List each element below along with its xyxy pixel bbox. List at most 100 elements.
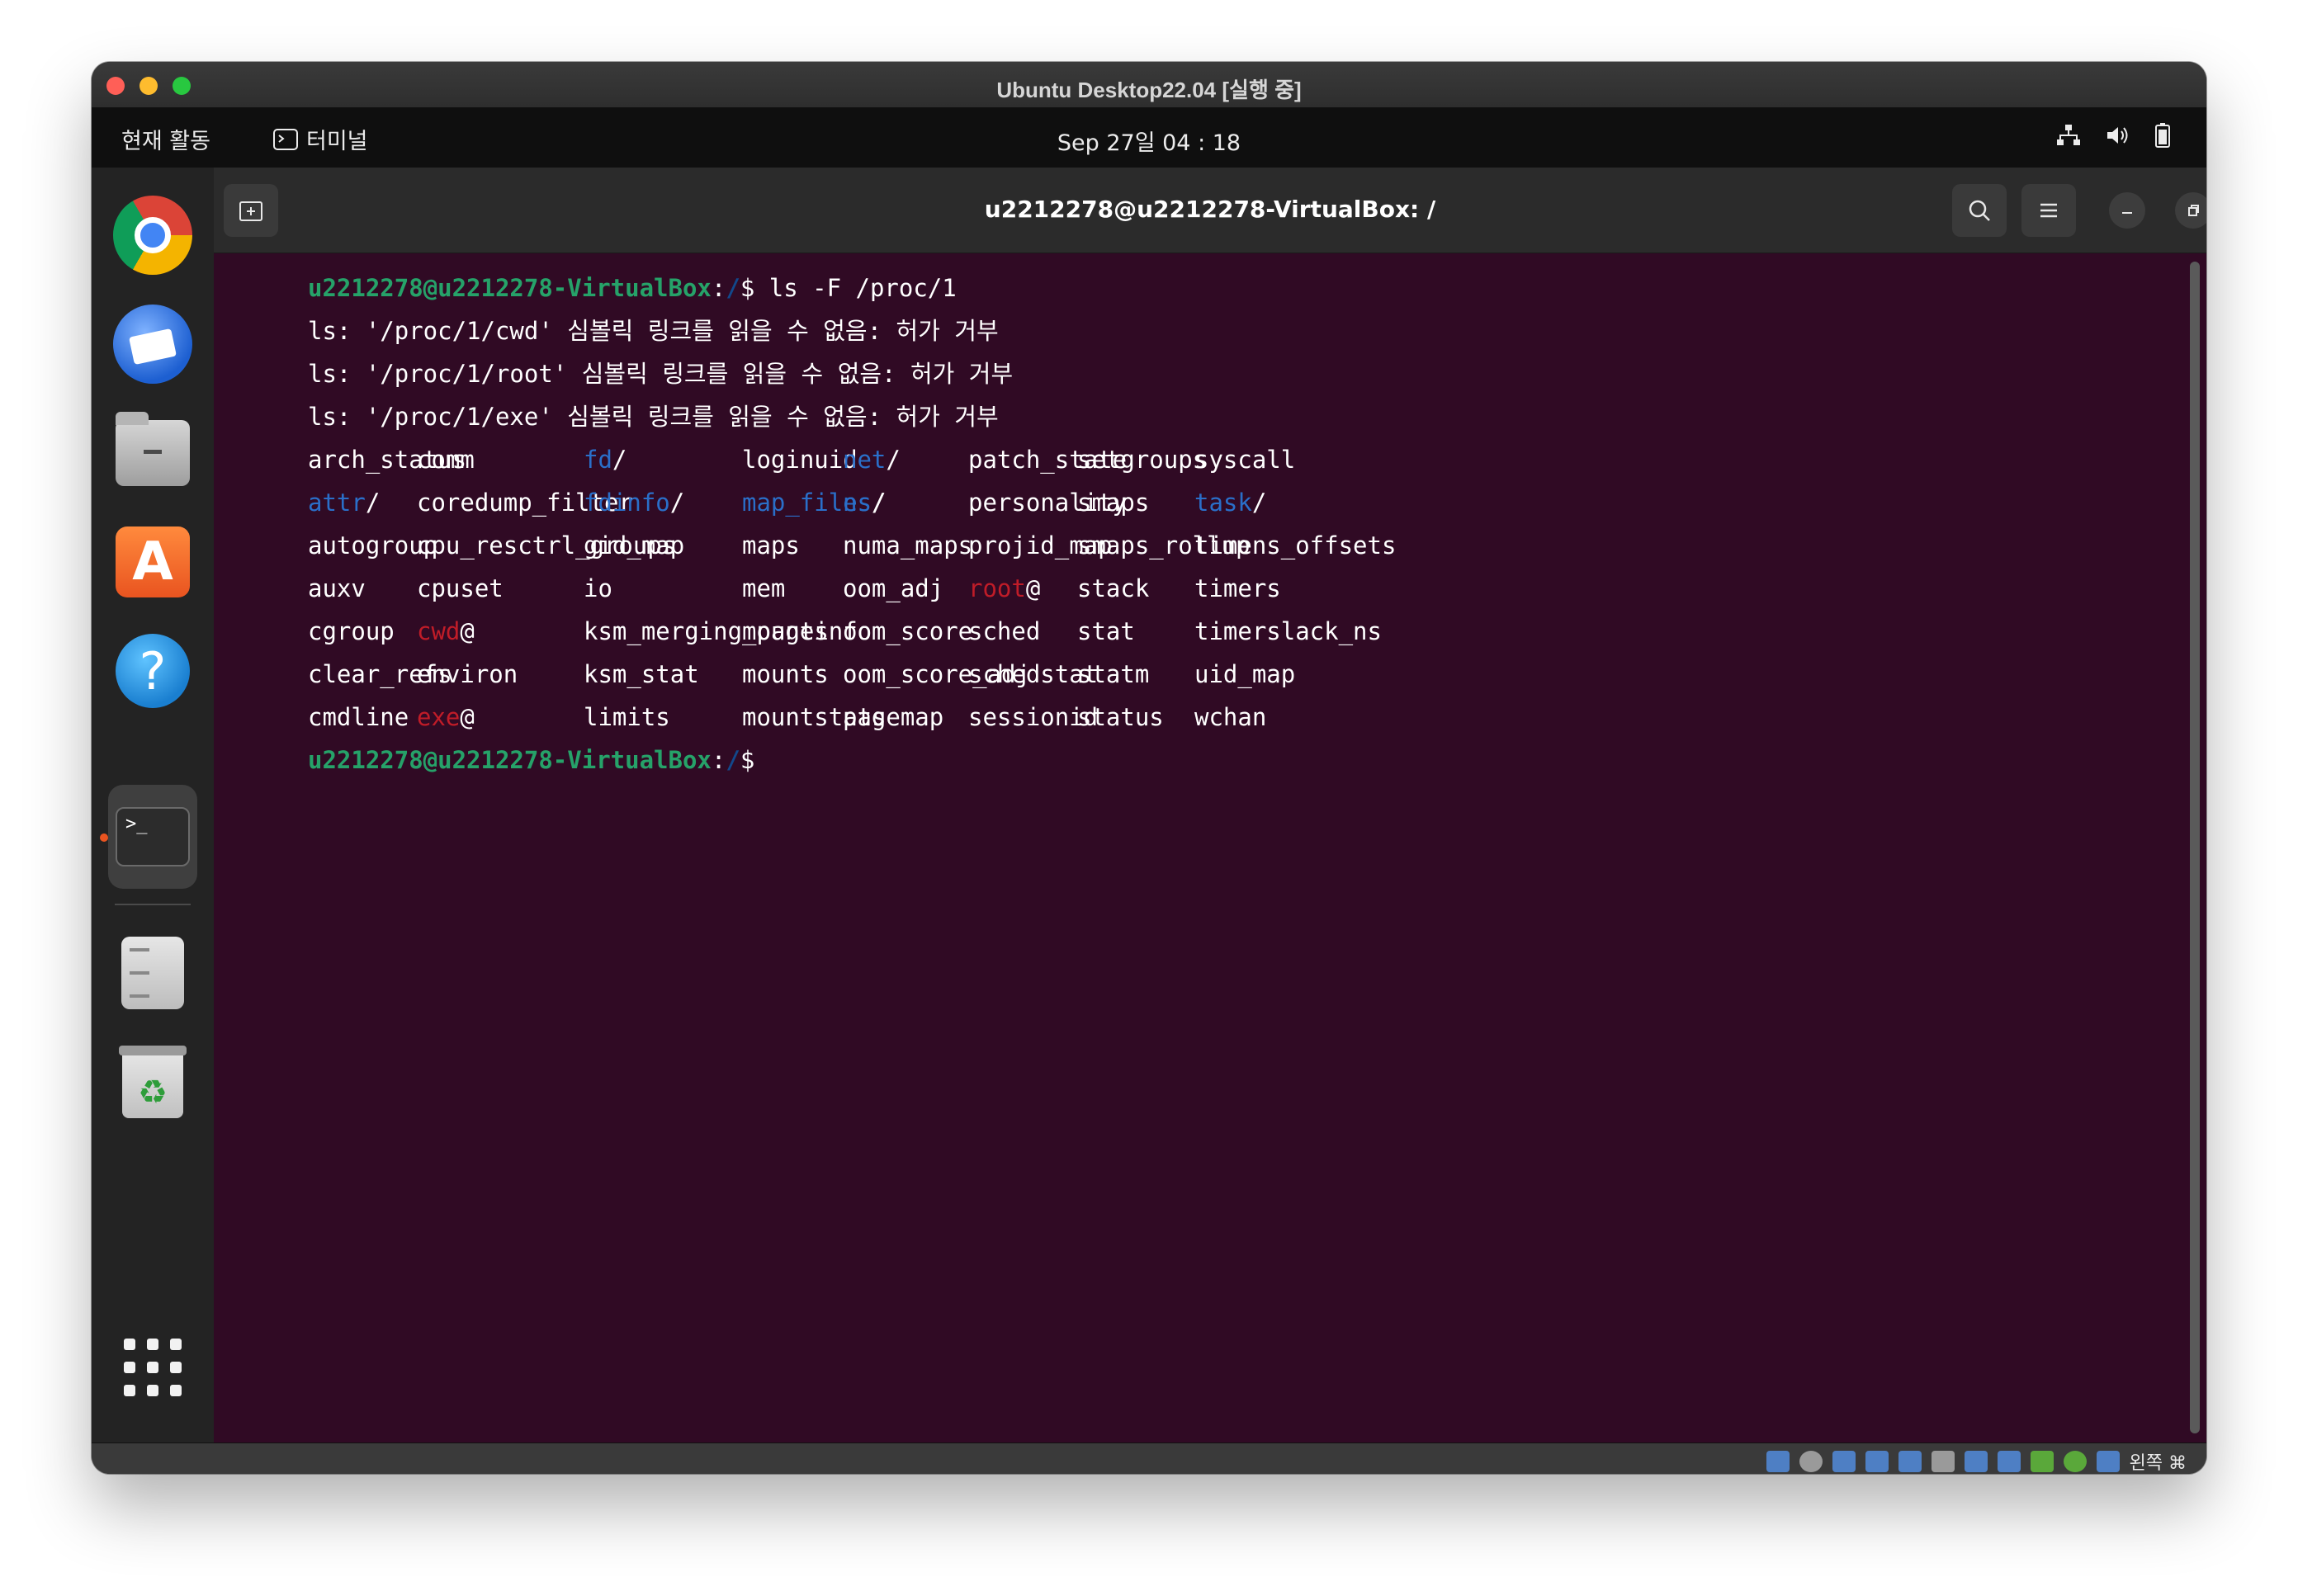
entry-name: cpuset	[417, 574, 504, 602]
listing-entry: cgroup	[308, 610, 395, 653]
listing-entry: cwd@	[417, 610, 475, 653]
entry-name: exe	[417, 703, 461, 731]
listing-entry: net/	[843, 438, 901, 481]
help-icon: ?	[116, 634, 190, 708]
restore-icon	[2188, 205, 2199, 216]
entry-name: pagemap	[843, 703, 944, 731]
entry-name: ksm_stat	[584, 660, 699, 688]
listing-entry: statm	[1077, 653, 1149, 696]
entry-type-suffix: /	[886, 446, 901, 474]
app-center-icon: A	[116, 526, 190, 597]
dock-chrome[interactable]	[108, 191, 197, 280]
entry-name: gid_map	[584, 531, 685, 560]
entry-name: environ	[417, 660, 518, 688]
files-icon	[116, 412, 190, 486]
menu-button[interactable]	[2021, 184, 2076, 237]
prompt-dollar: $	[740, 746, 755, 774]
dock-trash[interactable]: ♻	[108, 1037, 197, 1126]
listing-entry: setgroups	[1077, 438, 1207, 481]
dock-files[interactable]	[108, 408, 197, 498]
hard-disk-icon[interactable]	[1766, 1451, 1790, 1472]
listing-entry: status	[1077, 696, 1164, 739]
prompt-separator: :	[711, 746, 726, 774]
entry-type-suffix: @	[1025, 574, 1041, 602]
show-apps-button[interactable]	[108, 1323, 197, 1412]
minimize-button[interactable]	[2109, 192, 2145, 229]
entry-name: net	[843, 446, 887, 474]
dock-thunderbird[interactable]	[108, 300, 197, 389]
prompt-user: u2212278@u2212278-VirtualBox	[308, 274, 712, 302]
entry-type-suffix: /	[669, 489, 685, 517]
cpu-icon[interactable]	[2030, 1451, 2054, 1472]
listing-entry: environ	[417, 653, 518, 696]
terminal-output[interactable]: u2212278@u2212278-VirtualBox:/$ ls -F /p…	[214, 253, 2206, 1443]
entry-name: wchan	[1194, 703, 1267, 731]
listing-entry: pagemap	[843, 696, 943, 739]
battery-icon	[2155, 123, 2170, 148]
disk-icon	[121, 937, 184, 1009]
restore-button[interactable]	[2175, 192, 2206, 229]
listing-entry: mounts	[742, 653, 829, 696]
entry-name: uid_map	[1194, 660, 1296, 688]
entry-name: task	[1194, 489, 1252, 517]
shared-folders-icon[interactable]	[1931, 1451, 1955, 1472]
entry-name: comm	[417, 446, 475, 474]
listing-entry: timers	[1194, 567, 1281, 610]
entry-name: loginuid	[742, 446, 858, 474]
terminal-scrollbar[interactable]	[2190, 262, 2200, 1433]
entry-name: mounts	[742, 660, 829, 688]
trash-icon: ♻	[119, 1046, 187, 1118]
network-adapter-icon[interactable]	[1865, 1451, 1889, 1472]
dock-terminal[interactable]: >_	[108, 785, 197, 889]
system-tray[interactable]	[2056, 123, 2170, 148]
dock-disk[interactable]	[108, 928, 197, 1018]
listing-entry: oom_adj	[843, 567, 943, 610]
command-line: u2212278@u2212278-VirtualBox:/$ ls -F /p…	[308, 267, 957, 309]
prompt-line: u2212278@u2212278-VirtualBox:/$	[308, 739, 754, 781]
listing-entry: attr/	[308, 481, 380, 524]
usb-icon[interactable]	[1898, 1451, 1922, 1472]
listing-entry: maps	[742, 524, 800, 567]
show-apps-icon	[124, 1339, 182, 1396]
entry-name: numa_maps	[843, 531, 973, 560]
recording-icon[interactable]	[1997, 1451, 2021, 1472]
clock[interactable]: Sep 27일 04 : 18	[92, 125, 2206, 157]
listing-entry: timerslack_ns	[1194, 610, 1382, 653]
entry-name: attr	[308, 489, 366, 517]
entry-type-suffix: /	[612, 446, 627, 474]
entry-name: stack	[1077, 574, 1150, 602]
dock-separator	[115, 904, 191, 905]
entry-name: smaps	[1077, 489, 1150, 517]
listing-entry: numa_maps	[843, 524, 972, 567]
display-icon[interactable]	[1964, 1451, 1988, 1472]
vbox-status-icons: 왼쪽 ⌘	[1766, 1448, 2187, 1474]
listing-entry: exe@	[417, 696, 475, 739]
keyboard-capture-icon[interactable]	[2096, 1451, 2120, 1472]
listing-entry: mem	[742, 567, 785, 610]
entry-name: fdinfo	[584, 489, 670, 517]
terminal-headerbar: u2212278@u2212278-VirtualBox: /	[214, 168, 2206, 253]
entry-name: sched	[968, 617, 1041, 645]
running-indicator	[100, 833, 108, 842]
dock-help[interactable]: ?	[108, 626, 197, 715]
listing-entry: syscall	[1194, 438, 1295, 481]
listing-entry: ns/	[843, 481, 886, 524]
listing-entry: root@	[968, 567, 1040, 610]
search-button[interactable]	[1952, 184, 2007, 237]
virtualbox-window: Ubuntu Desktop22.04 [실행 중] 현재 활동 터미널 Sep…	[92, 62, 2206, 1474]
entry-name: ns	[843, 489, 872, 517]
prompt-path: /	[726, 274, 740, 302]
listing-entry: timens_offsets	[1194, 524, 1396, 567]
entry-name: setgroups	[1077, 446, 1208, 474]
listing-entry: oom_score	[843, 610, 972, 653]
dock-app-center[interactable]: A	[108, 517, 197, 607]
audio-icon[interactable]	[1832, 1451, 1856, 1472]
thunderbird-icon	[113, 305, 192, 384]
entry-name: status	[1077, 703, 1164, 731]
entry-type-suffix: @	[460, 617, 475, 645]
entry-name: cmdline	[308, 703, 409, 731]
optical-drive-icon[interactable]	[1799, 1451, 1823, 1472]
chrome-icon	[113, 196, 192, 275]
mouse-integration-icon[interactable]	[2063, 1451, 2087, 1472]
network-icon	[2057, 125, 2080, 145]
